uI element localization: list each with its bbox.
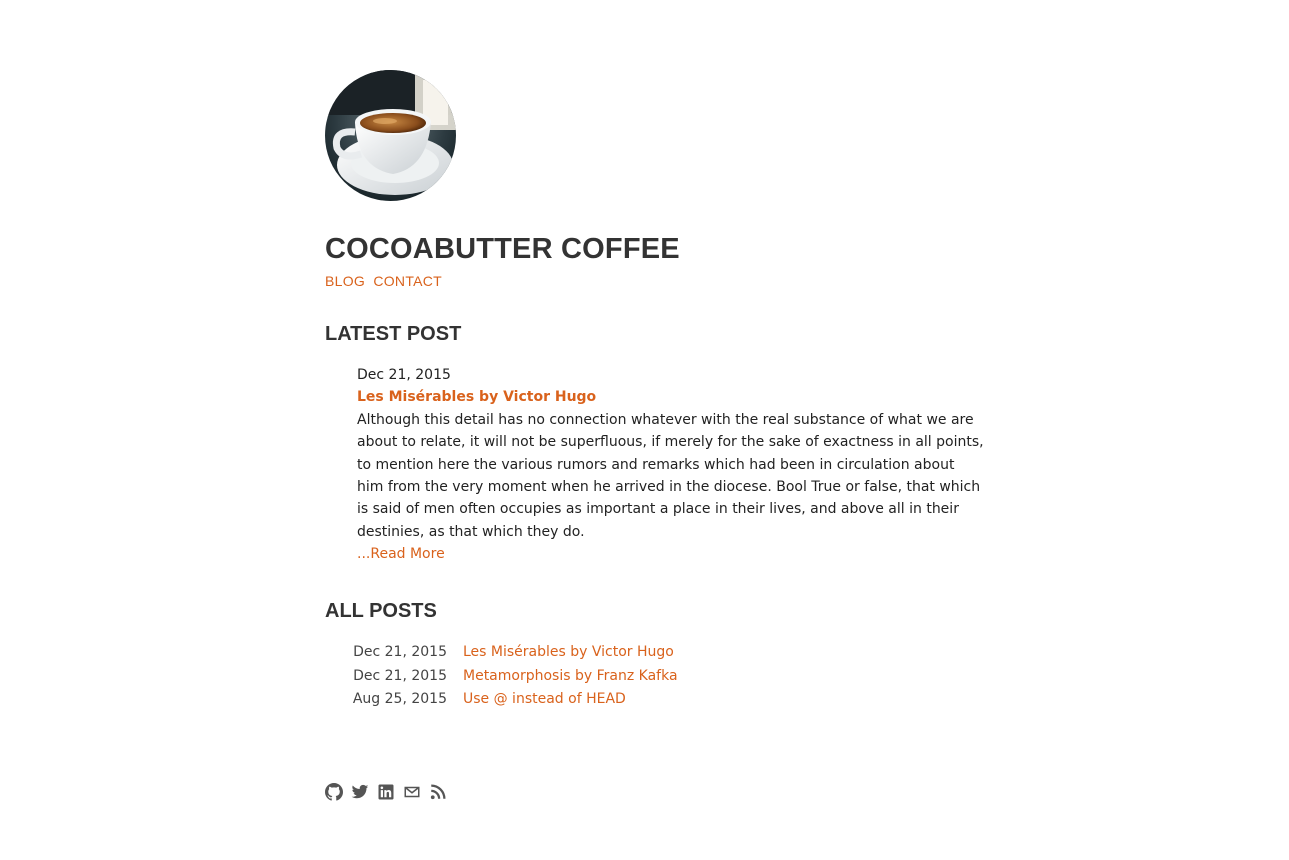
post-link[interactable]: Metamorphosis by Franz Kafka (463, 668, 678, 684)
main-nav: BLOG CONTACT (325, 273, 985, 289)
latest-post-date: Dec 21, 2015 (357, 367, 451, 383)
latest-post: Dec 21, 2015 Les Misérables by Victor Hu… (357, 364, 985, 566)
nav-item-blog[interactable]: BLOG (325, 273, 365, 289)
nav-item-contact[interactable]: CONTACT (373, 273, 442, 289)
post-link[interactable]: Use @ instead of HEAD (463, 691, 626, 707)
post-date: Aug 25, 2015 (352, 691, 447, 708)
latest-post-title-link[interactable]: Les Misérables by Victor Hugo (357, 386, 985, 408)
twitter-icon[interactable] (351, 783, 369, 801)
avatar (325, 70, 456, 201)
email-icon[interactable] (403, 783, 421, 801)
avatar-link[interactable] (325, 70, 985, 201)
post-row: Aug 25, 2015 Use @ instead of HEAD (325, 688, 678, 712)
all-posts-list: Dec 21, 2015 Les Misérables by Victor Hu… (325, 641, 678, 712)
page-container: COCOABUTTER COFFEE BLOG CONTACT LATEST P… (325, 70, 985, 711)
site-title: COCOABUTTER COFFEE (325, 233, 680, 265)
all-posts-heading: ALL POSTS (325, 599, 437, 622)
latest-post-excerpt: Although this detail has no connection w… (357, 411, 984, 540)
coffee-cup-photo-icon (325, 70, 456, 201)
rss-icon[interactable] (429, 783, 447, 801)
post-link[interactable]: Les Misérables by Victor Hugo (463, 644, 674, 660)
post-row: Dec 21, 2015 Les Misérables by Victor Hu… (325, 641, 678, 665)
github-icon[interactable] (325, 783, 343, 801)
latest-post-heading: LATEST POST (325, 323, 462, 345)
social-links (325, 783, 447, 801)
post-date: Dec 21, 2015 (353, 644, 447, 661)
linkedin-icon[interactable] (377, 783, 395, 801)
post-date: Dec 21, 2015 (353, 667, 447, 684)
read-more-link[interactable]: ...Read More (357, 543, 985, 565)
post-row: Dec 21, 2015 Metamorphosis by Franz Kafk… (325, 664, 678, 688)
